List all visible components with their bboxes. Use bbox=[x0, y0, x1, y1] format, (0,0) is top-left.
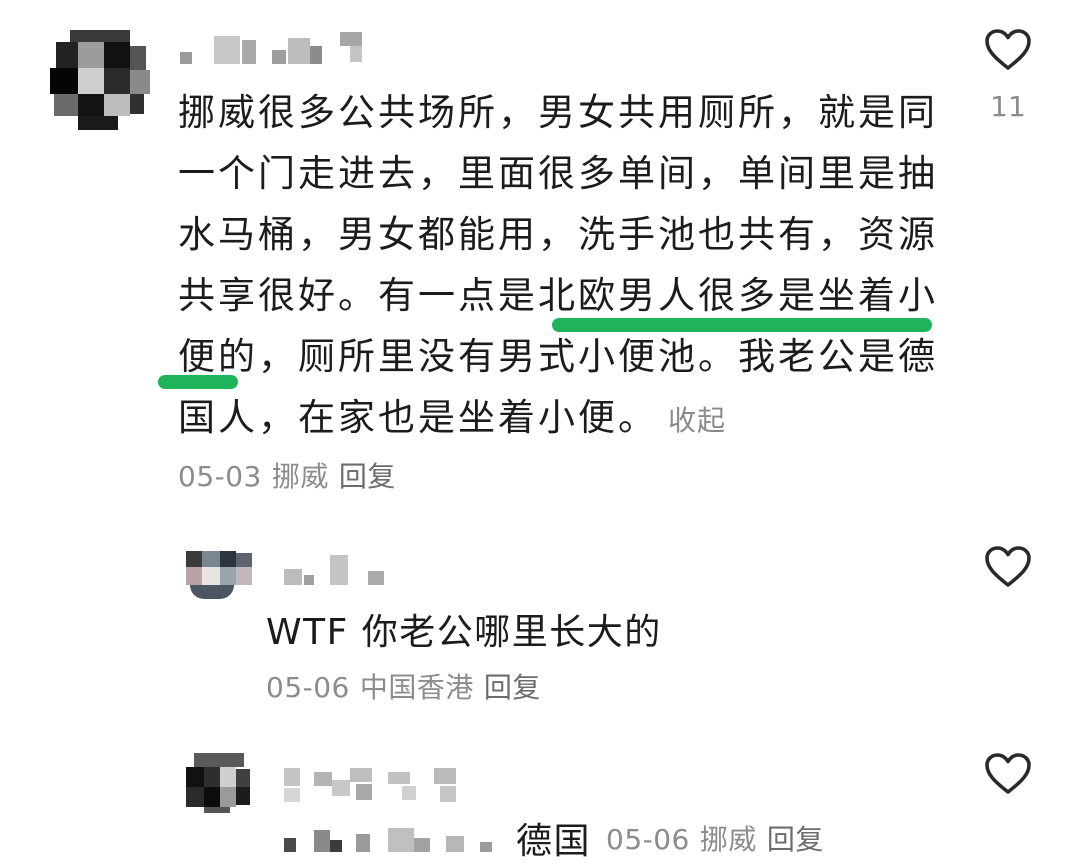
comment-meta: 05-03 挪威 回复 bbox=[178, 455, 406, 495]
reply-button[interactable]: 回复 bbox=[484, 671, 541, 704]
username-redacted[interactable] bbox=[180, 32, 390, 66]
reply-date: 05-06 bbox=[266, 671, 350, 704]
like-button[interactable] bbox=[984, 752, 1032, 796]
like-button[interactable] bbox=[984, 545, 1032, 589]
reply-button[interactable]: 回复 bbox=[767, 823, 824, 856]
like-button[interactable] bbox=[984, 28, 1032, 72]
reply-body: 德国 bbox=[516, 821, 592, 862]
avatar[interactable] bbox=[50, 30, 150, 130]
reply-location: 中国香港 bbox=[359, 671, 474, 704]
username-redacted[interactable] bbox=[284, 555, 394, 587]
reply-meta: 05-06 中国香港 回复 bbox=[266, 666, 551, 706]
reply-body: WTF 你老公哪里长大的 bbox=[266, 612, 662, 653]
reply-to-redacted bbox=[284, 820, 504, 856]
heart-outline-icon bbox=[985, 546, 1031, 587]
avatar[interactable] bbox=[186, 753, 252, 813]
heart-outline-icon bbox=[985, 29, 1031, 70]
avatar[interactable] bbox=[186, 551, 252, 601]
reply-meta: 05-06 挪威 回复 bbox=[606, 818, 834, 858]
username-redacted[interactable] bbox=[284, 766, 474, 806]
reply-location: 挪威 bbox=[699, 823, 757, 856]
collapse-link[interactable]: 收起 bbox=[668, 404, 726, 437]
comment-body: 挪威很多公共场所，男女共用厕所，就是同一个门走进去，里面很多单间，单间里是抽水马… bbox=[178, 91, 938, 439]
comment-date: 05-03 bbox=[178, 460, 262, 493]
comment-location: 挪威 bbox=[271, 460, 329, 493]
like-count: 11 bbox=[990, 90, 1026, 123]
heart-outline-icon bbox=[985, 753, 1031, 794]
highlight-underline bbox=[158, 375, 238, 389]
highlight-underline bbox=[552, 318, 932, 332]
reply-date: 05-06 bbox=[606, 823, 690, 856]
reply-button[interactable]: 回复 bbox=[339, 460, 396, 493]
